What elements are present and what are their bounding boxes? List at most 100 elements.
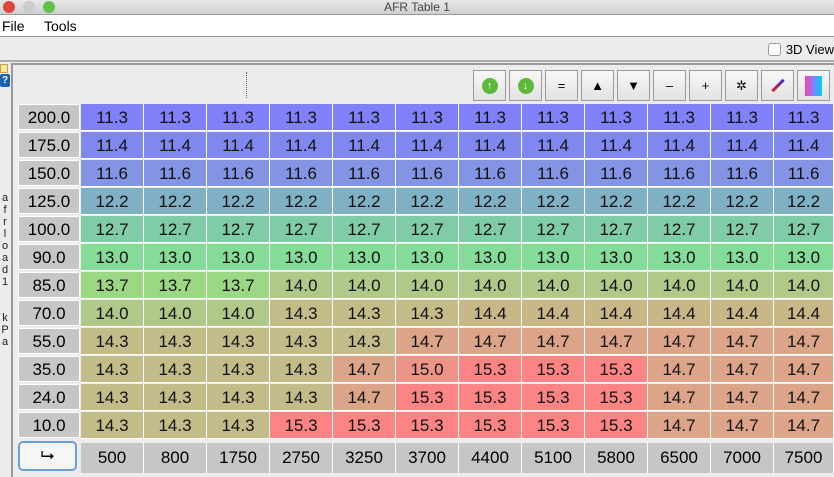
table-cell[interactable]: 11.4	[711, 132, 774, 159]
table-cell[interactable]: 11.4	[144, 132, 207, 159]
row-header[interactable]: 150.0	[18, 160, 80, 186]
table-cell[interactable]: 14.0	[270, 272, 333, 299]
table-cell[interactable]: 14.3	[144, 356, 207, 383]
row-header[interactable]: 85.0	[18, 272, 80, 298]
table-cell[interactable]: 12.7	[648, 216, 711, 243]
column-header[interactable]: 5800	[585, 443, 648, 473]
table-cell[interactable]: 14.0	[207, 300, 270, 327]
table-cell[interactable]: 14.7	[648, 412, 711, 439]
table-cell[interactable]: 13.0	[711, 244, 774, 271]
table-cell[interactable]: 15.3	[522, 384, 585, 411]
table-cell[interactable]: 11.6	[648, 160, 711, 187]
table-cell[interactable]: 11.3	[459, 104, 522, 131]
table-cell[interactable]: 14.0	[333, 272, 396, 299]
table-cell[interactable]: 11.6	[585, 160, 648, 187]
table-cell[interactable]: 15.3	[585, 356, 648, 383]
table-cell[interactable]: 11.6	[522, 160, 585, 187]
table-cell[interactable]: 11.3	[522, 104, 585, 131]
interpolate-button[interactable]	[761, 70, 794, 101]
table-cell[interactable]: 12.7	[270, 216, 333, 243]
table-cell[interactable]: 11.6	[144, 160, 207, 187]
swap-axes-button[interactable]: ⮡	[18, 441, 77, 471]
table-cell[interactable]: 15.3	[396, 384, 459, 411]
table-cell[interactable]: 12.7	[396, 216, 459, 243]
close-window-button[interactable]	[3, 1, 15, 13]
table-cell[interactable]: 14.3	[207, 412, 270, 439]
table-cell[interactable]: 14.3	[333, 328, 396, 355]
table-cell[interactable]: 15.3	[585, 384, 648, 411]
table-cell[interactable]: 14.7	[648, 328, 711, 355]
column-header[interactable]: 1750	[207, 443, 270, 473]
multiply-button[interactable]: ✲	[725, 70, 758, 101]
table-cell[interactable]: 12.2	[459, 188, 522, 215]
table-cell[interactable]: 12.2	[81, 188, 144, 215]
table-cell[interactable]: 12.7	[585, 216, 648, 243]
table-cell[interactable]: 11.4	[81, 132, 144, 159]
table-cell[interactable]: 11.6	[333, 160, 396, 187]
table-cell[interactable]: 12.2	[648, 188, 711, 215]
table-cell[interactable]: 11.6	[774, 160, 834, 187]
table-cell[interactable]: 11.4	[270, 132, 333, 159]
table-cell[interactable]: 11.6	[459, 160, 522, 187]
table-cell[interactable]: 14.7	[774, 356, 834, 383]
table-cell[interactable]: 14.3	[207, 384, 270, 411]
table-cell[interactable]: 14.4	[774, 300, 834, 327]
table-cell[interactable]: 14.7	[648, 356, 711, 383]
subtract-button[interactable]: –	[653, 70, 686, 101]
row-header[interactable]: 10.0	[18, 412, 80, 438]
table-cell[interactable]: 14.0	[711, 272, 774, 299]
table-cell[interactable]: 14.7	[774, 328, 834, 355]
table-cell[interactable]: 14.7	[711, 328, 774, 355]
row-header[interactable]: 35.0	[18, 356, 80, 382]
table-cell[interactable]: 13.0	[81, 244, 144, 271]
table-cell[interactable]: 14.0	[396, 272, 459, 299]
table-cell[interactable]: 12.2	[774, 188, 834, 215]
table-cell[interactable]: 14.4	[459, 300, 522, 327]
table-cell[interactable]: 12.7	[333, 216, 396, 243]
table-cell[interactable]: 14.7	[333, 356, 396, 383]
column-header[interactable]: 2750	[270, 443, 333, 473]
table-cell[interactable]: 14.7	[711, 412, 774, 439]
row-header[interactable]: 24.0	[18, 384, 80, 410]
table-cell[interactable]: 15.3	[522, 356, 585, 383]
table-cell[interactable]: 11.3	[711, 104, 774, 131]
table-cell[interactable]: 13.7	[81, 272, 144, 299]
table-cell[interactable]: 11.4	[459, 132, 522, 159]
table-cell[interactable]: 14.3	[270, 300, 333, 327]
table-cell[interactable]: 13.0	[459, 244, 522, 271]
table-cell[interactable]: 15.3	[333, 412, 396, 439]
menu-file[interactable]: File	[2, 15, 25, 37]
column-header[interactable]: 6500	[648, 443, 711, 473]
table-cell[interactable]: 11.3	[648, 104, 711, 131]
table-cell[interactable]: 14.0	[774, 272, 834, 299]
table-cell[interactable]: 11.4	[774, 132, 834, 159]
table-cell[interactable]: 11.4	[333, 132, 396, 159]
table-cell[interactable]: 12.2	[207, 188, 270, 215]
column-header[interactable]: 5100	[522, 443, 585, 473]
table-cell[interactable]: 12.2	[333, 188, 396, 215]
table-cell[interactable]: 14.3	[270, 356, 333, 383]
row-header[interactable]: 90.0	[18, 244, 80, 270]
table-cell[interactable]: 11.3	[774, 104, 834, 131]
table-cell[interactable]: 11.6	[270, 160, 333, 187]
table-cell[interactable]: 14.0	[585, 272, 648, 299]
table-cell[interactable]: 14.7	[774, 412, 834, 439]
table-cell[interactable]: 13.0	[207, 244, 270, 271]
table-cell[interactable]: 14.0	[459, 272, 522, 299]
table-cell[interactable]: 14.0	[648, 272, 711, 299]
edit-note-icon[interactable]	[0, 64, 8, 73]
table-cell[interactable]: 14.0	[81, 300, 144, 327]
table-cell[interactable]: 14.3	[207, 356, 270, 383]
table-cell[interactable]: 11.4	[585, 132, 648, 159]
table-cell[interactable]: 14.0	[144, 300, 207, 327]
table-cell[interactable]: 14.4	[522, 300, 585, 327]
zoom-window-button[interactable]	[43, 1, 55, 13]
table-cell[interactable]: 12.2	[522, 188, 585, 215]
increment-button[interactable]: ↑	[473, 70, 506, 101]
table-cell[interactable]: 14.4	[648, 300, 711, 327]
table-cell[interactable]: 15.3	[459, 384, 522, 411]
help-icon[interactable]: ?	[0, 74, 10, 87]
row-header[interactable]: 55.0	[18, 328, 80, 354]
table-cell[interactable]: 11.6	[711, 160, 774, 187]
table-cell[interactable]: 14.4	[711, 300, 774, 327]
